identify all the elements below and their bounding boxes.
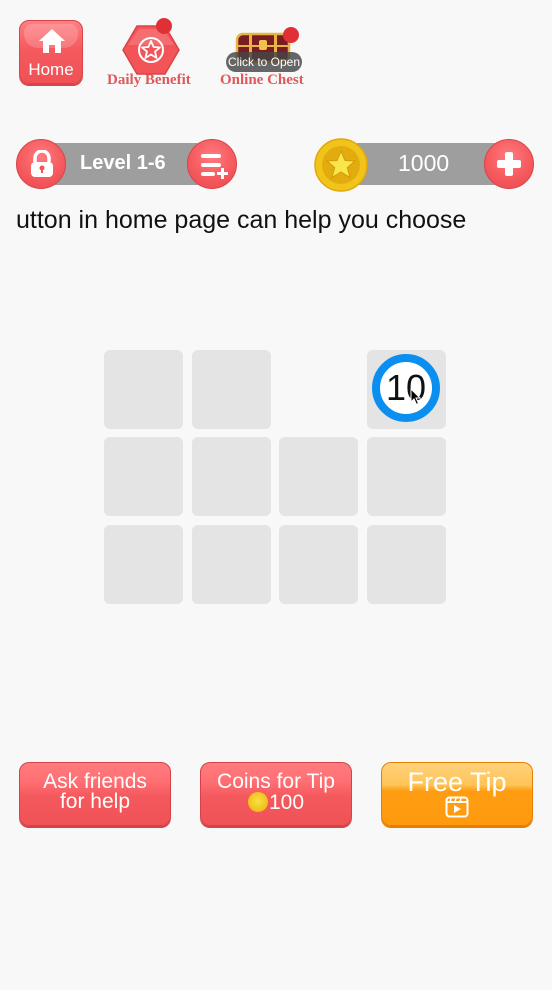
level-list-add-icon (201, 154, 228, 179)
add-coins-button[interactable] (484, 139, 534, 189)
level-lock-button[interactable] (16, 139, 66, 189)
daily-benefit-label: Daily Benefit (107, 72, 191, 88)
grid-cell-r1c2[interactable] (192, 350, 271, 429)
grid-cell-r2c4[interactable] (367, 437, 446, 516)
grid-cell-r1c1[interactable] (104, 350, 183, 429)
coins-for-tip-cost: 100 (268, 791, 305, 814)
lock-icon (31, 150, 53, 177)
ask-friends-line2: for help (59, 790, 131, 813)
home-icon (39, 29, 65, 53)
online-chest-notification-dot (283, 27, 299, 43)
gold-coin-star-icon (314, 138, 368, 192)
grid-cell-r3c3[interactable] (279, 525, 358, 604)
daily-benefit-hexagon-icon (122, 25, 180, 75)
grid-cell-r3c2[interactable] (192, 525, 271, 604)
plus-icon (497, 152, 521, 176)
daily-benefit-button[interactable]: Daily Benefit (100, 18, 200, 90)
grid-cell-r3c4[interactable] (367, 525, 446, 604)
video-play-icon (445, 796, 469, 818)
level-list-button[interactable] (187, 139, 237, 189)
grid-cell-r3c1[interactable] (104, 525, 183, 604)
coins-count: 1000 (398, 150, 450, 176)
free-tip-button[interactable]: Free Tip (381, 762, 533, 826)
hint-text: utton in home page can help you choose (16, 206, 467, 234)
coins-for-tip-label: Coins for Tip (217, 770, 335, 793)
free-tip-label: Free Tip (407, 767, 507, 797)
grid-cell-r2c3[interactable] (279, 437, 358, 516)
grid-cell-r2c2[interactable] (192, 437, 271, 516)
ask-friends-button[interactable]: Ask friends for help (19, 762, 171, 826)
coins-for-tip-cost-row: 100 (201, 792, 351, 813)
ask-friends-line1: Ask friends (43, 770, 147, 793)
grid-cell-r2c1[interactable] (104, 437, 183, 516)
number-tile[interactable]: 10 (372, 354, 440, 422)
level-label: Level 1-6 (80, 152, 166, 174)
home-button[interactable]: Home (19, 20, 83, 84)
home-label: Home (28, 60, 74, 79)
online-chest-label: Online Chest (220, 72, 304, 88)
coins-for-tip-button[interactable]: Coins for Tip 100 (200, 762, 352, 826)
coin-icon (247, 792, 268, 812)
mouse-cursor-icon (410, 388, 422, 406)
click-to-open-badge[interactable]: Click to Open (226, 52, 302, 72)
daily-benefit-notification-dot (156, 18, 172, 34)
